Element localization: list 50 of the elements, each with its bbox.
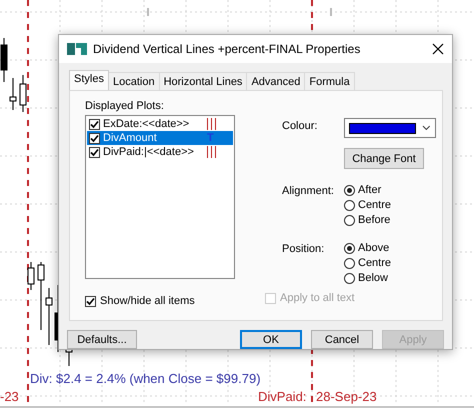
radio-button[interactable] [344, 214, 355, 226]
change-font-button[interactable]: Change Font [344, 148, 424, 169]
chart-label: 28-Sep-23 [316, 389, 377, 404]
checkbox[interactable] [85, 296, 96, 306]
checkbox[interactable] [89, 118, 100, 130]
radio-label: Centre [358, 257, 392, 269]
radio-button[interactable] [344, 258, 355, 268]
close-icon[interactable] [432, 43, 444, 55]
radio-label: Below [358, 272, 388, 284]
radio-button[interactable] [344, 184, 355, 196]
candlestick [28, 262, 34, 290]
radio-button[interactable] [344, 272, 355, 284]
window-title: Dividend Vertical Lines +percent-FINAL Properties [93, 42, 362, 56]
lines-style-icon [207, 146, 216, 158]
dialog-button[interactable]: OK [240, 330, 302, 349]
list-label: Displayed Plots: [85, 100, 165, 112]
plot-list[interactable]: ExDate:<<date>> DivAmount T DivPaid:|<<date>> [85, 115, 235, 279]
chevron-icon [422, 125, 431, 131]
chart-label: Div: $2.4 = 2.4% (when Close = $99.79) [30, 371, 261, 386]
radio-label: After [358, 184, 382, 196]
app-icon [67, 41, 87, 57]
candlestick [20, 74, 26, 112]
chart-label: DivPaid: [258, 389, 306, 404]
checkbox[interactable] [89, 132, 100, 144]
position-label: Position: [282, 242, 326, 257]
alignment-label: Alignment: [282, 184, 335, 199]
checkbox-label: Apply to all text [280, 292, 355, 304]
colour-dropdown[interactable] [344, 118, 436, 138]
chart-label: -23 [0, 389, 19, 404]
style-preview: T [207, 132, 215, 144]
tick-mark [330, 8, 332, 16]
list-item[interactable]: ExDate:<<date>> [87, 117, 233, 131]
radio-label: Centre [358, 199, 392, 211]
candlestick [10, 78, 16, 110]
list-item[interactable]: DivAmount T [87, 131, 233, 145]
dialog-button[interactable]: Defaults... [67, 330, 137, 349]
radio-button[interactable] [344, 242, 355, 254]
list-item[interactable]: DivPaid:|<<date>> [87, 145, 233, 159]
lines-style-icon [207, 118, 216, 130]
tick-mark [147, 8, 149, 16]
tab[interactable]: Formula [304, 72, 355, 92]
checkbox[interactable] [89, 146, 100, 158]
candlestick [0, 38, 8, 82]
colour-label: Colour: [282, 119, 318, 134]
radio-label: Before [358, 214, 390, 226]
checkbox-label: Show/hide all items [100, 295, 195, 307]
tab[interactable]: Styles [69, 70, 109, 90]
radio-label: Above [358, 242, 390, 254]
dialog-button[interactable]: Cancel [311, 330, 373, 349]
radio-button[interactable] [344, 200, 355, 210]
